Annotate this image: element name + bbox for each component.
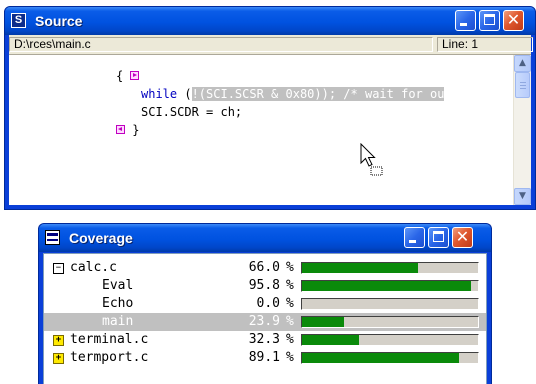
coverage-row[interactable]: Eval 95.8 % — [44, 277, 486, 295]
coverage-row-percent: 23.9 — [248, 314, 280, 329]
coverage-list[interactable]: − calc.c 66.0 % Eval 95.8 % Echo 0.0 % m… — [43, 253, 487, 384]
while-open-paren: ( — [177, 87, 192, 101]
coverage-bar — [301, 316, 479, 328]
selected-code[interactable]: !(SCI.SCSR & 0x80)); /* wait for ou — [191, 87, 445, 101]
expand-icon[interactable]: + — [53, 335, 64, 346]
close-icon: ✕ — [455, 227, 470, 246]
close-icon: ✕ — [506, 10, 521, 29]
coverage-app-icon[interactable] — [45, 230, 60, 245]
coverage-row-name: Eval — [102, 278, 134, 293]
maximize-button[interactable] — [479, 10, 500, 31]
coverage-row[interactable]: Echo 0.0 % — [44, 295, 486, 313]
percent-sign: % — [286, 278, 294, 293]
scroll-thumb[interactable] — [515, 72, 530, 98]
vertical-scrollbar[interactable]: ▲ ▼ — [513, 55, 531, 205]
coverage-row[interactable]: − calc.c 66.0 % — [44, 259, 486, 277]
coverage-row[interactable]: + terminal.c 32.3 % — [44, 331, 486, 349]
percent-sign: % — [286, 296, 294, 311]
file-path: D:\rces\main.c — [9, 37, 433, 52]
close-button[interactable]: ✕ — [503, 10, 524, 31]
code-line-open-brace: { — [116, 69, 140, 83]
minimize-icon — [460, 23, 467, 26]
coverage-bar-fill — [302, 263, 419, 273]
return-marker-icon[interactable] — [116, 125, 125, 134]
coverage-row-percent: 95.8 — [248, 278, 280, 293]
open-brace: { — [116, 69, 124, 83]
while-keyword: while — [141, 87, 178, 101]
code-line-assign: SCI.SCDR = ch; — [141, 105, 243, 119]
source-titlebar[interactable]: S Source ✕ — [5, 7, 535, 35]
close-button[interactable]: ✕ — [452, 227, 473, 248]
coverage-bar — [301, 262, 479, 274]
source-window-title: Source — [35, 13, 83, 29]
code-line-close-brace: } — [116, 123, 139, 137]
code-editor[interactable]: { while (!(SCI.SCSR & 0x80)); /* wait fo… — [9, 55, 531, 205]
coverage-bar — [301, 334, 479, 346]
coverage-row-percent: 89.1 — [248, 350, 280, 365]
breakpoint-marker-icon[interactable] — [130, 71, 140, 80]
coverage-row-percent: 32.3 — [248, 332, 280, 347]
code-line-while: while (!(SCI.SCSR & 0x80)); /* wait for … — [141, 87, 445, 101]
maximize-button[interactable] — [428, 227, 449, 248]
source-window: S Source ✕ D:\rces\main.c Line: 1 { whil… — [4, 6, 536, 210]
percent-sign: % — [286, 314, 294, 329]
minimize-button[interactable] — [455, 10, 476, 31]
minimize-button[interactable] — [404, 227, 425, 248]
coverage-window-title: Coverage — [69, 230, 133, 246]
coverage-row-name: main — [102, 314, 134, 329]
coverage-row[interactable]: + termport.c 89.1 % — [44, 349, 486, 367]
coverage-row-name: terminal.c — [70, 332, 149, 347]
coverage-row-name: Echo — [102, 296, 134, 311]
maximize-icon — [484, 14, 495, 25]
coverage-window: Coverage ✕ − calc.c 66.0 % Eval 95.8 % E… — [38, 223, 492, 384]
source-statusbar: D:\rces\main.c Line: 1 — [9, 35, 533, 55]
coverage-row-name: termport.c — [70, 350, 149, 365]
scroll-down-button[interactable]: ▼ — [514, 188, 531, 205]
close-brace: } — [132, 123, 140, 137]
coverage-bar-fill — [302, 335, 359, 345]
percent-sign: % — [286, 260, 294, 275]
source-app-icon[interactable]: S — [11, 13, 26, 28]
coverage-row-percent: 66.0 — [248, 260, 280, 275]
coverage-row-selected[interactable]: main 23.9 % — [44, 313, 486, 331]
percent-sign: % — [286, 332, 294, 347]
expand-icon[interactable]: + — [53, 353, 64, 364]
coverage-bar-fill — [302, 281, 471, 291]
percent-sign: % — [286, 350, 294, 365]
scroll-up-button[interactable]: ▲ — [514, 55, 531, 72]
line-indicator: Line: 1 — [437, 37, 533, 52]
collapse-icon[interactable]: − — [53, 263, 64, 274]
mouse-pointer-icon — [360, 143, 383, 176]
coverage-titlebar[interactable]: Coverage ✕ — [39, 224, 491, 252]
coverage-bar — [301, 352, 479, 364]
coverage-bar-fill — [302, 353, 459, 363]
minimize-icon — [409, 240, 416, 243]
coverage-bar-fill — [302, 317, 345, 327]
coverage-row-name: calc.c — [70, 260, 117, 275]
coverage-bar — [301, 280, 479, 292]
coverage-bar — [301, 298, 479, 310]
coverage-row-percent: 0.0 — [256, 296, 280, 311]
maximize-icon — [433, 231, 444, 242]
